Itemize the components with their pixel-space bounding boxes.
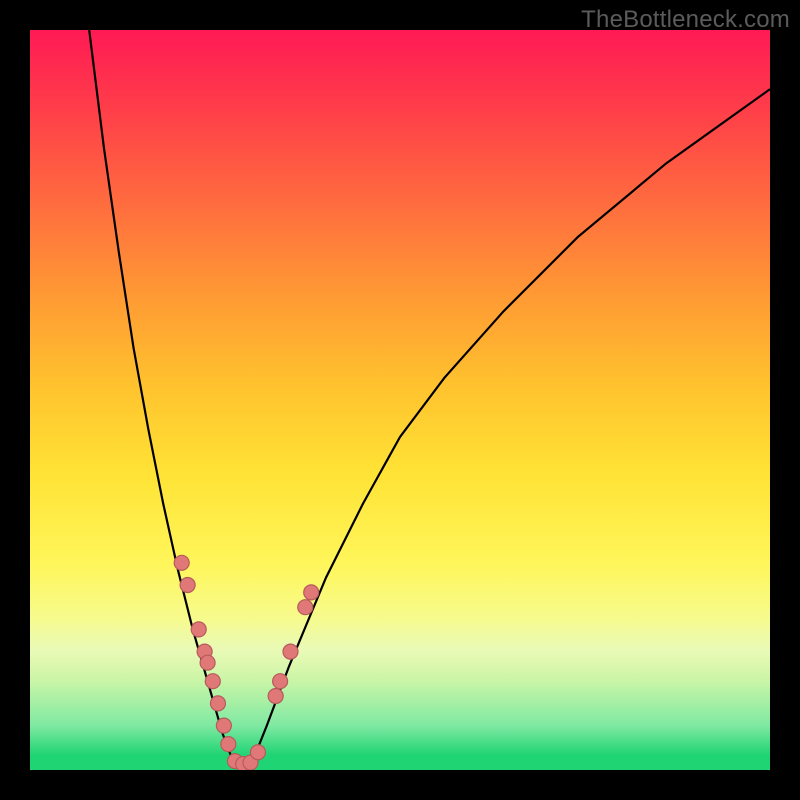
data-point <box>191 622 206 637</box>
data-point <box>221 737 236 752</box>
data-points <box>174 555 319 770</box>
data-point <box>304 585 319 600</box>
data-point <box>180 578 195 593</box>
right-curve <box>252 89 770 762</box>
data-point <box>268 689 283 704</box>
data-point <box>205 674 220 689</box>
data-point <box>200 655 215 670</box>
data-point <box>298 600 313 615</box>
curves-svg <box>30 30 770 770</box>
data-point <box>273 674 288 689</box>
data-point <box>210 696 225 711</box>
watermark-text: TheBottleneck.com <box>581 6 790 34</box>
data-point <box>283 644 298 659</box>
data-point <box>250 745 265 760</box>
plot-area <box>30 30 770 770</box>
data-point <box>216 718 231 733</box>
data-point <box>174 555 189 570</box>
chart-stage: TheBottleneck.com <box>0 0 800 800</box>
